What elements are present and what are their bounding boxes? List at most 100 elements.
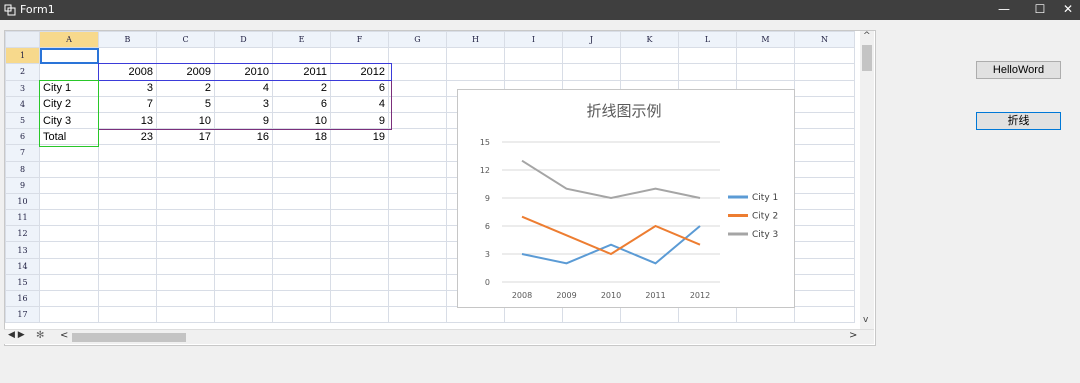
cell[interactable] bbox=[388, 160, 447, 178]
cell[interactable] bbox=[736, 47, 795, 65]
cell[interactable] bbox=[39, 47, 99, 65]
cell[interactable] bbox=[388, 128, 447, 146]
cell[interactable] bbox=[98, 209, 157, 227]
cell[interactable] bbox=[504, 306, 563, 324]
cell[interactable] bbox=[388, 225, 447, 243]
cell[interactable] bbox=[156, 209, 215, 227]
cell[interactable]: 10 bbox=[272, 111, 331, 130]
cell[interactable] bbox=[330, 192, 389, 211]
row-header[interactable]: 12 bbox=[5, 225, 40, 243]
series-line-city-3[interactable] bbox=[521, 159, 701, 200]
maximize-button[interactable]: ☐ bbox=[1022, 0, 1058, 20]
column-header[interactable]: D bbox=[214, 31, 273, 49]
row-header[interactable]: 16 bbox=[5, 289, 40, 308]
cell[interactable]: 9 bbox=[214, 111, 273, 130]
cell[interactable] bbox=[794, 257, 855, 275]
cell[interactable] bbox=[156, 144, 215, 162]
cell[interactable] bbox=[388, 47, 447, 65]
cell[interactable] bbox=[736, 306, 795, 324]
cell[interactable] bbox=[98, 306, 157, 324]
cell[interactable] bbox=[330, 257, 389, 275]
cell[interactable] bbox=[388, 209, 447, 227]
row-header[interactable]: 5 bbox=[5, 111, 40, 130]
cell[interactable] bbox=[330, 289, 389, 308]
cell[interactable] bbox=[156, 225, 215, 243]
cell[interactable] bbox=[794, 225, 855, 243]
cell[interactable] bbox=[620, 47, 679, 65]
cell[interactable] bbox=[388, 176, 447, 194]
row-header[interactable]: 15 bbox=[5, 273, 40, 292]
row-header[interactable]: 7 bbox=[5, 144, 40, 162]
cell[interactable]: 9 bbox=[330, 111, 389, 130]
cell[interactable] bbox=[272, 209, 331, 227]
cell[interactable] bbox=[794, 128, 855, 146]
row-header[interactable]: 9 bbox=[5, 176, 40, 194]
cell[interactable] bbox=[794, 144, 855, 162]
cell[interactable] bbox=[156, 176, 215, 194]
row-header[interactable]: 2 bbox=[5, 63, 40, 81]
cell[interactable] bbox=[272, 176, 331, 194]
cell[interactable] bbox=[388, 63, 447, 81]
row-header[interactable]: 10 bbox=[5, 192, 40, 211]
column-header[interactable]: C bbox=[156, 31, 215, 49]
cell[interactable] bbox=[39, 225, 99, 243]
row-header[interactable]: 4 bbox=[5, 95, 40, 113]
cell[interactable] bbox=[156, 273, 215, 292]
cell[interactable] bbox=[39, 192, 99, 211]
cell[interactable] bbox=[272, 306, 331, 324]
cell[interactable] bbox=[39, 241, 99, 259]
column-header[interactable]: A bbox=[39, 31, 99, 49]
cell[interactable] bbox=[388, 289, 447, 308]
cell[interactable]: 17 bbox=[156, 128, 215, 146]
cell[interactable] bbox=[39, 160, 99, 178]
cell[interactable] bbox=[156, 160, 215, 178]
cell[interactable] bbox=[39, 176, 99, 194]
cell[interactable] bbox=[330, 209, 389, 227]
cell[interactable] bbox=[504, 63, 563, 81]
cell[interactable] bbox=[272, 144, 331, 162]
cell[interactable] bbox=[156, 289, 215, 308]
column-header[interactable]: F bbox=[330, 31, 389, 49]
cell[interactable] bbox=[736, 63, 795, 81]
cell[interactable] bbox=[214, 289, 273, 308]
series-line-city-1[interactable] bbox=[521, 225, 701, 265]
cell[interactable] bbox=[330, 160, 389, 178]
row-header[interactable]: 13 bbox=[5, 241, 40, 259]
cell[interactable] bbox=[794, 241, 855, 259]
cell[interactable] bbox=[446, 47, 505, 65]
cell[interactable] bbox=[562, 47, 621, 65]
cell[interactable] bbox=[39, 63, 99, 81]
cell[interactable] bbox=[330, 225, 389, 243]
cell[interactable] bbox=[39, 306, 99, 324]
cell[interactable] bbox=[272, 192, 331, 211]
row-header[interactable]: 17 bbox=[5, 306, 40, 324]
cell[interactable]: 2011 bbox=[272, 63, 331, 81]
column-header[interactable]: J bbox=[562, 31, 621, 49]
cell[interactable] bbox=[562, 63, 621, 81]
cell[interactable] bbox=[388, 79, 447, 97]
cell[interactable] bbox=[794, 79, 855, 97]
cell[interactable] bbox=[794, 160, 855, 178]
cell[interactable]: 13 bbox=[98, 111, 157, 130]
cell[interactable]: 2012 bbox=[330, 63, 389, 81]
cell[interactable] bbox=[504, 47, 563, 65]
cell[interactable] bbox=[330, 144, 389, 162]
cell[interactable]: Total bbox=[39, 128, 99, 146]
cell[interactable] bbox=[214, 306, 273, 324]
cell[interactable] bbox=[39, 257, 99, 275]
cell[interactable] bbox=[98, 47, 157, 65]
column-header[interactable]: E bbox=[272, 31, 331, 49]
scroll-left-arrow[interactable]: < bbox=[60, 330, 68, 341]
cell[interactable] bbox=[214, 225, 273, 243]
cell[interactable] bbox=[678, 63, 737, 81]
cell[interactable] bbox=[794, 95, 855, 113]
cell[interactable] bbox=[794, 176, 855, 194]
cell[interactable]: 7 bbox=[98, 95, 157, 113]
cell[interactable] bbox=[214, 257, 273, 275]
cell[interactable] bbox=[330, 241, 389, 259]
sheet-nav-arrows[interactable]: ◀ ▶ bbox=[8, 330, 25, 340]
cell[interactable] bbox=[794, 306, 855, 324]
cell[interactable] bbox=[156, 257, 215, 275]
cell[interactable]: 18 bbox=[272, 128, 331, 146]
add-sheet-icon[interactable]: ✻ bbox=[36, 330, 44, 341]
